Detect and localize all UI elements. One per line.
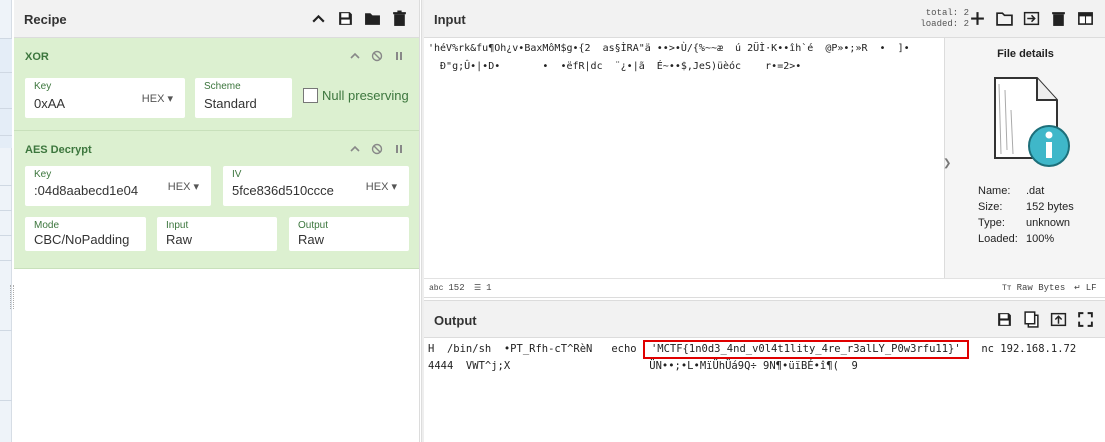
input-header: Input total: 2 loaded: 2 [424, 0, 1105, 38]
save-icon[interactable] [336, 9, 355, 28]
xor-title: XOR [25, 51, 49, 63]
layout-icon[interactable] [1076, 9, 1095, 28]
replace-input-icon[interactable] [1049, 310, 1068, 329]
aes-output-select[interactable]: Raw [298, 232, 324, 247]
cyberchef-window: Recipe XOR Key 0xAA HEX ▾ Scheme Standar… [0, 0, 1105, 442]
aes-output-field[interactable]: Output Raw [289, 217, 409, 251]
xor-scheme-field[interactable]: Scheme Standard [195, 78, 292, 118]
aes-title: AES Decrypt [25, 144, 92, 156]
collapse-icon[interactable] [348, 142, 361, 155]
null-preserving-option[interactable]: Null preserving [303, 88, 409, 103]
folder-icon[interactable] [363, 9, 382, 28]
char-count: 152 [448, 283, 465, 293]
xor-key-input[interactable]: 0xAA [34, 96, 65, 111]
copy-icon[interactable] [1022, 310, 1041, 329]
aes-key-format-dropdown[interactable]: HEX ▾ [168, 180, 199, 193]
line-count: 1 [486, 283, 492, 293]
null-preserving-checkbox[interactable] [303, 88, 318, 103]
output-title: Output [434, 313, 477, 328]
line-count-icon: ☰ [474, 284, 482, 293]
collapse-icon[interactable] [348, 49, 361, 62]
output-header: Output [424, 300, 1105, 338]
text-format-icon: Tт [1002, 283, 1012, 293]
xor-scheme-select[interactable]: Standard [204, 96, 257, 111]
input-stats: total: 2 loaded: 2 [920, 8, 969, 29]
encoding-selector[interactable]: Tт Raw Bytes [1002, 283, 1065, 293]
collapse-arrow-icon[interactable]: ❯ [943, 158, 951, 169]
open-folder-icon[interactable] [995, 9, 1014, 28]
eol-selector[interactable]: ↵ LF [1074, 283, 1097, 293]
file-info-icon [977, 70, 1077, 170]
recipe-title: Recipe [24, 12, 67, 27]
aes-key-field[interactable]: Key :04d8aabecd1e04 HEX ▾ [25, 166, 211, 206]
file-details-rows: Name: .dat Size: 152 bytes Type: unknown Lo… [978, 185, 1074, 245]
pause-icon[interactable] [392, 49, 405, 62]
disable-icon[interactable] [370, 49, 383, 62]
recipe-panel: Recipe XOR Key 0xAA HEX ▾ Scheme Standar… [14, 0, 420, 442]
xor-key-field[interactable]: Key 0xAA HEX ▾ [25, 78, 185, 118]
input-title: Input [434, 12, 466, 27]
open-file-icon[interactable] [1022, 9, 1041, 28]
operations-list-strip [0, 0, 12, 442]
xor-operation: XOR Key 0xAA HEX ▾ Scheme Standard Null … [14, 38, 419, 131]
aes-mode-field[interactable]: Mode CBC/NoPadding [25, 217, 146, 251]
null-preserving-label: Null preserving [322, 88, 409, 103]
file-details-title: File details [997, 48, 1054, 60]
output-textarea[interactable]: H /bin/sh •PT_Rfh-cT^RèN echo 'MCTF{1n0d… [428, 340, 1105, 374]
aes-mode-select[interactable]: CBC/NoPadding [34, 232, 129, 247]
add-tab-icon[interactable] [968, 9, 987, 28]
save-output-icon[interactable] [995, 310, 1014, 329]
trash-icon[interactable] [390, 9, 409, 28]
output-panel: Output H /bin/sh •PT_Rfh-cT^RèN echo 'MC… [424, 300, 1105, 442]
file-details-pane: ❯ File details Name: .dat Size: 152 bytes … [943, 38, 1105, 278]
disable-icon[interactable] [370, 142, 383, 155]
aes-iv-field[interactable]: IV 5fce836d510ccce HEX ▾ [223, 166, 409, 206]
recipe-header: Recipe [14, 0, 419, 38]
aes-decrypt-operation: AES Decrypt Key :04d8aabecd1e04 HEX ▾ IV… [14, 131, 419, 269]
aes-input-select[interactable]: Raw [166, 232, 192, 247]
input-status-bar: abc 152 ☰ 1 Tт Raw Bytes ↵ LF [424, 278, 1105, 298]
clear-input-icon[interactable] [1049, 9, 1068, 28]
xor-key-format-dropdown[interactable]: HEX ▾ [142, 92, 173, 105]
input-textarea[interactable]: 'héV%rk&fu¶Oh¿v•BaxMôM$g•{2 as§ÌRA"ä ••>… [428, 40, 944, 76]
aes-iv-input[interactable]: 5fce836d510ccce [232, 183, 334, 198]
pause-icon[interactable] [392, 142, 405, 155]
maximize-icon[interactable] [1076, 310, 1095, 329]
char-count-icon: abc [429, 283, 444, 293]
flag-highlight: 'MCTF{1n0d3_4nd_v0l4t1lity_4re_r3alLY_P0… [642, 340, 969, 359]
aes-iv-format-dropdown[interactable]: HEX ▾ [366, 180, 397, 193]
eol-icon: ↵ [1074, 284, 1081, 293]
aes-key-input[interactable]: :04d8aabecd1e04 [34, 183, 138, 198]
chevron-up-icon[interactable] [309, 9, 328, 28]
aes-input-field[interactable]: Input Raw [157, 217, 277, 251]
input-panel: Input total: 2 loaded: 2 'héV%rk&fu¶Oh¿v… [424, 0, 1105, 298]
